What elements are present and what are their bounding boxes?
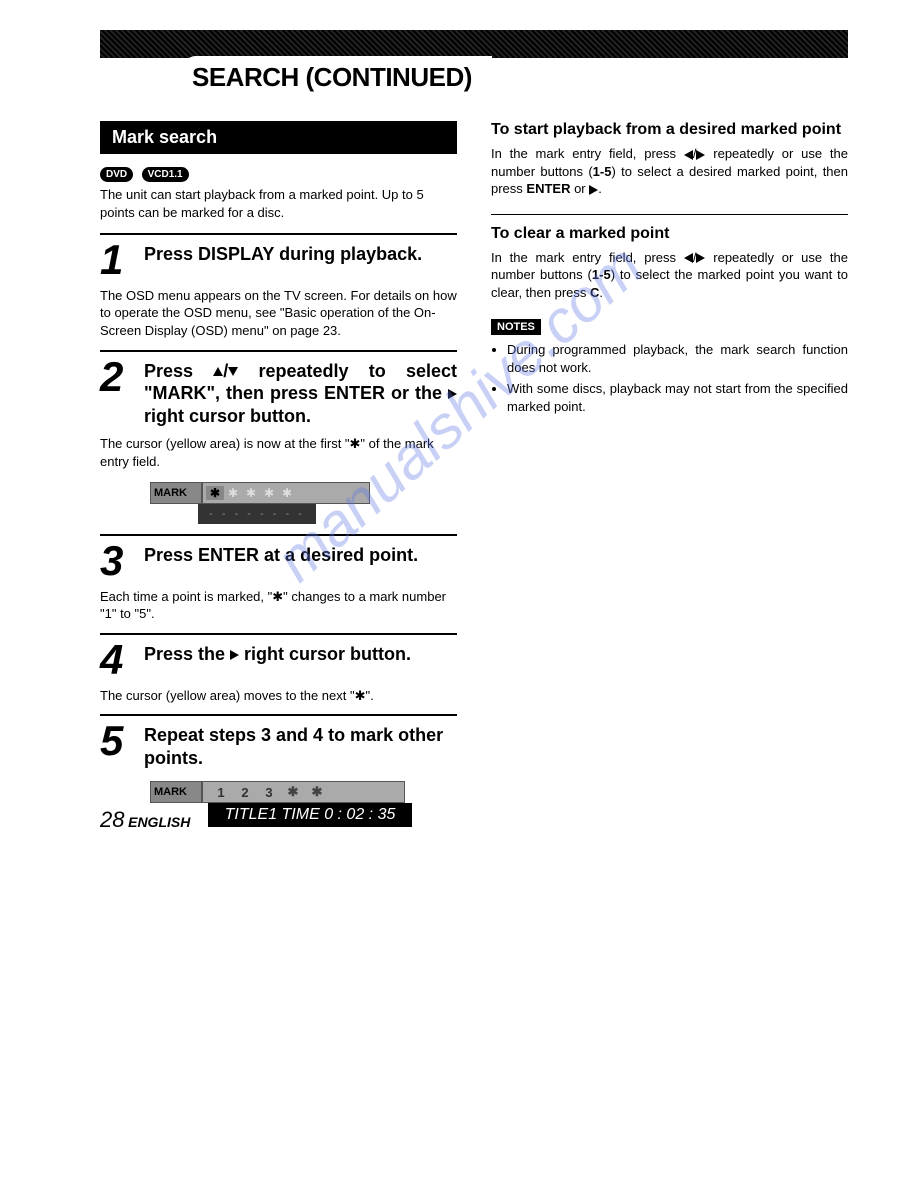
osd-sub-row: - - - - - - - -: [198, 504, 316, 524]
osd-active-slot: ✱: [206, 486, 224, 500]
osd-label: MARK: [150, 482, 202, 504]
play-icon: [230, 650, 239, 660]
content-columns: Mark search DVD VCD1.1 The unit can star…: [100, 121, 848, 831]
note-item: With some discs, playback may not start …: [507, 380, 848, 415]
subsection-heading: To start playback from a desired marked …: [491, 121, 848, 139]
text-bold: C: [590, 285, 599, 300]
left-icon: [684, 253, 693, 263]
osd-slot: 1: [212, 785, 230, 800]
manual-page: manualshive.com SEARCH (CONTINUED) Mark …: [0, 0, 918, 861]
osd-row: MARK 1 2 3 ✱ ✱: [150, 781, 405, 803]
osd-slot: ✱: [278, 486, 296, 500]
osd-slot: ✱: [260, 486, 278, 500]
osd-slot: ✱: [308, 784, 326, 800]
step-number: 1: [100, 241, 144, 279]
note-item: During programmed playback, the mark sea…: [507, 341, 848, 376]
badge-vcd: VCD1.1: [142, 167, 189, 182]
step-3: 3 Press ENTER at a desired point.: [100, 534, 457, 580]
right-column: To start playback from a desired marked …: [491, 121, 848, 831]
osd-slot: 3: [260, 785, 278, 800]
header-tab: [100, 30, 185, 58]
subsection-body: In the mark entry field, press / repeate…: [491, 249, 848, 302]
text: Press: [144, 361, 213, 381]
step-heading: Press DISPLAY during playback.: [144, 241, 457, 266]
step-1: 1 Press DISPLAY during playback.: [100, 233, 457, 279]
text-bold: ENTER: [526, 181, 570, 196]
text: .: [598, 181, 602, 196]
notes-list: During programmed playback, the mark sea…: [491, 341, 848, 415]
left-icon: [684, 150, 693, 160]
osd-slot: ✱: [242, 486, 260, 500]
step-number: 4: [100, 641, 144, 679]
osd-slot: ✱: [284, 784, 302, 800]
play-icon: [589, 185, 598, 195]
step-heading: Press ENTER at a desired point.: [144, 542, 457, 567]
divider: [491, 214, 848, 215]
page-title: SEARCH (CONTINUED): [192, 62, 472, 92]
step-4: 4 Press the right cursor button.: [100, 633, 457, 679]
play-icon: [448, 389, 457, 399]
subsection-heading: To clear a marked point: [491, 225, 848, 243]
notes-label: NOTES: [491, 319, 541, 335]
text: or: [570, 181, 589, 196]
step-3-after: Each time a point is marked, "✱" changes…: [100, 588, 457, 623]
subsection-body: In the mark entry field, press / repeate…: [491, 145, 848, 198]
left-column: Mark search DVD VCD1.1 The unit can star…: [100, 121, 457, 831]
text: In the mark entry field, press: [491, 250, 684, 265]
osd-field: 1 2 3 ✱ ✱: [202, 781, 405, 803]
disc-badges: DVD VCD1.1: [100, 164, 457, 182]
step-heading: Repeat steps 3 and 4 to mark other point…: [144, 722, 457, 769]
step-2-after: The cursor (yellow area) is now at the f…: [100, 435, 457, 470]
osd-title-time: TITLE1 TIME 0 : 02 : 35: [208, 803, 412, 827]
page-language: ENGLISH: [128, 814, 190, 830]
text: right cursor button.: [144, 406, 311, 426]
text: right cursor button.: [239, 644, 411, 664]
text: Press the: [144, 644, 230, 664]
section-title-bar: Mark search: [100, 121, 457, 154]
text: In the mark entry field, press: [491, 146, 684, 161]
step-1-after: The OSD menu appears on the TV screen. F…: [100, 287, 457, 340]
header-bar: [100, 30, 848, 58]
osd-slot: ✱: [224, 486, 242, 500]
text-bold: 1-5: [592, 267, 611, 282]
step-5: 5 Repeat steps 3 and 4 to mark other poi…: [100, 714, 457, 769]
header-title-wrap: SEARCH (CONTINUED): [182, 56, 492, 99]
osd-label: MARK: [150, 781, 202, 803]
badge-dvd: DVD: [100, 167, 133, 182]
osd-mark-field-initial: MARK ✱ ✱ ✱ ✱ ✱ - - - - - - - -: [150, 482, 370, 524]
intro-text: The unit can start playback from a marke…: [100, 186, 457, 221]
up-icon: [213, 367, 223, 376]
step-heading: Press / repeatedly to select "MARK", the…: [144, 358, 457, 428]
osd-row: MARK ✱ ✱ ✱ ✱ ✱: [150, 482, 370, 504]
down-icon: [228, 367, 238, 376]
step-2: 2 Press / repeatedly to select "MARK", t…: [100, 350, 457, 428]
osd-field: ✱ ✱ ✱ ✱ ✱: [202, 482, 370, 504]
text: .: [599, 285, 603, 300]
step-number: 3: [100, 542, 144, 580]
text-bold: 1-5: [593, 164, 612, 179]
page-number: 28: [100, 807, 124, 832]
step-number: 2: [100, 358, 144, 396]
step-heading: Press the right cursor button.: [144, 641, 457, 666]
osd-slot: 2: [236, 785, 254, 800]
step-4-after: The cursor (yellow area) moves to the ne…: [100, 687, 457, 705]
page-footer: 28 ENGLISH: [100, 807, 190, 833]
step-number: 5: [100, 722, 144, 760]
